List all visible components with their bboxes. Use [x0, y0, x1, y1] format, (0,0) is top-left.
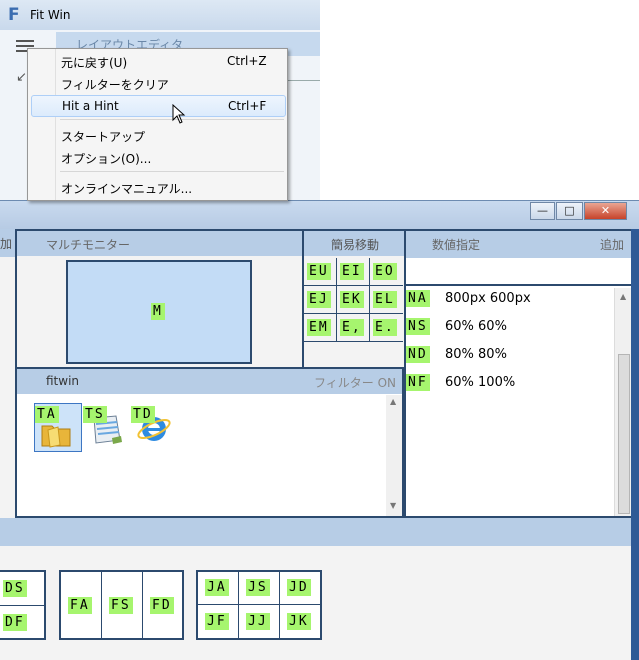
close-button[interactable]: ✕	[584, 202, 627, 220]
menu-item[interactable]: スタートアップ	[31, 125, 284, 145]
menu-item[interactable]: オプション(O)...	[31, 147, 284, 167]
scroll-up-icon[interactable]: ▲	[620, 292, 626, 301]
menu-item[interactable]: オンラインマニュアル...	[31, 177, 284, 197]
grid-hint: JF	[205, 613, 229, 630]
scroll-up-icon[interactable]: ▲	[390, 397, 396, 406]
fitwin-scrollbar[interactable]: ▲ ▼	[386, 395, 402, 516]
divider	[286, 80, 320, 81]
menu-separator	[60, 171, 284, 172]
grid-hint: JK	[287, 613, 311, 630]
menu-item-label: 元に戻す(U)	[61, 56, 128, 70]
grid-hint: JA	[205, 579, 229, 596]
menu-item-label: Hit a Hint	[62, 99, 119, 113]
grid-hint: JJ	[246, 613, 270, 630]
multi-monitor-title: マルチモニター	[46, 238, 131, 252]
scroll-down-icon[interactable]: ▼	[390, 501, 396, 510]
numeric-title: 数値指定	[432, 238, 481, 252]
quick-move-hint: EU	[307, 263, 331, 280]
quick-move-title: 簡易移動	[331, 238, 380, 252]
app-hint: TS	[83, 406, 107, 423]
numeric-row[interactable]	[408, 318, 608, 338]
monitor-hint: M	[151, 303, 165, 320]
menu-item-label: フィルターをクリア	[61, 78, 169, 92]
left-partial-label: 加	[0, 237, 13, 251]
mouse-cursor-icon	[172, 104, 186, 124]
menu-item-shortcut: Ctrl+F	[228, 99, 267, 113]
grid-hint: FD	[150, 597, 174, 614]
numeric-row-value: 60% 100%	[445, 375, 516, 390]
grid-hint: JS	[246, 579, 270, 596]
back-window-title: Fit Win	[30, 8, 71, 22]
quick-move-hint: EM	[307, 319, 331, 336]
fitwin-title: fitwin	[46, 374, 80, 388]
window-edge	[631, 229, 639, 660]
numeric-row-hint: NA	[406, 290, 430, 307]
numeric-row[interactable]	[408, 346, 608, 366]
app-logo-icon: F	[8, 5, 20, 25]
maximize-button[interactable]: □	[556, 202, 583, 220]
quick-move-hint: EI	[340, 263, 364, 280]
grid-hint: DF	[3, 614, 27, 631]
quick-move-hint: EO	[373, 263, 397, 280]
numeric-input[interactable]	[406, 258, 633, 286]
numeric-add-button[interactable]: 追加	[600, 236, 624, 253]
grid-hint: DS	[3, 580, 27, 597]
quick-move-hint: E,	[340, 319, 364, 336]
menu-item-label: オプション(O)...	[61, 152, 152, 166]
quick-move-hint: EK	[340, 291, 364, 308]
grid-hint: FA	[68, 597, 92, 614]
back-arrow-icon[interactable]: ↙	[16, 70, 27, 85]
menu-item-shortcut: Ctrl+Z	[227, 54, 267, 68]
menu-item[interactable]: 元に戻す(U) Ctrl+Z	[31, 51, 284, 71]
quick-move-hint: EJ	[307, 291, 331, 308]
grid-hint: FS	[109, 597, 133, 614]
numeric-row-hint: NF	[406, 374, 430, 391]
app-hint: TD	[131, 406, 155, 423]
app-hint: TA	[35, 406, 59, 423]
menu-item[interactable]: Hit a Hint Ctrl+F	[31, 95, 286, 117]
filter-toggle[interactable]: フィルター ON	[314, 374, 396, 391]
numeric-row-hint: NS	[406, 318, 430, 335]
numeric-row-hint: ND	[406, 346, 430, 363]
menu-item-label: オンラインマニュアル...	[61, 182, 193, 196]
grid-hint: JD	[287, 579, 311, 596]
bottom-header	[0, 518, 631, 546]
numeric-row-value: 60% 60%	[445, 319, 507, 334]
scroll-thumb[interactable]	[618, 354, 630, 514]
quick-move-hint: EL	[373, 291, 397, 308]
menu-item[interactable]: フィルターをクリア	[31, 73, 284, 93]
minimize-button[interactable]: —	[530, 202, 555, 220]
quick-move-hint: E.	[373, 319, 397, 336]
menu-item-label: スタートアップ	[61, 130, 146, 144]
numeric-row-value: 800px 600px	[445, 291, 531, 306]
numeric-row-value: 80% 80%	[445, 347, 507, 362]
